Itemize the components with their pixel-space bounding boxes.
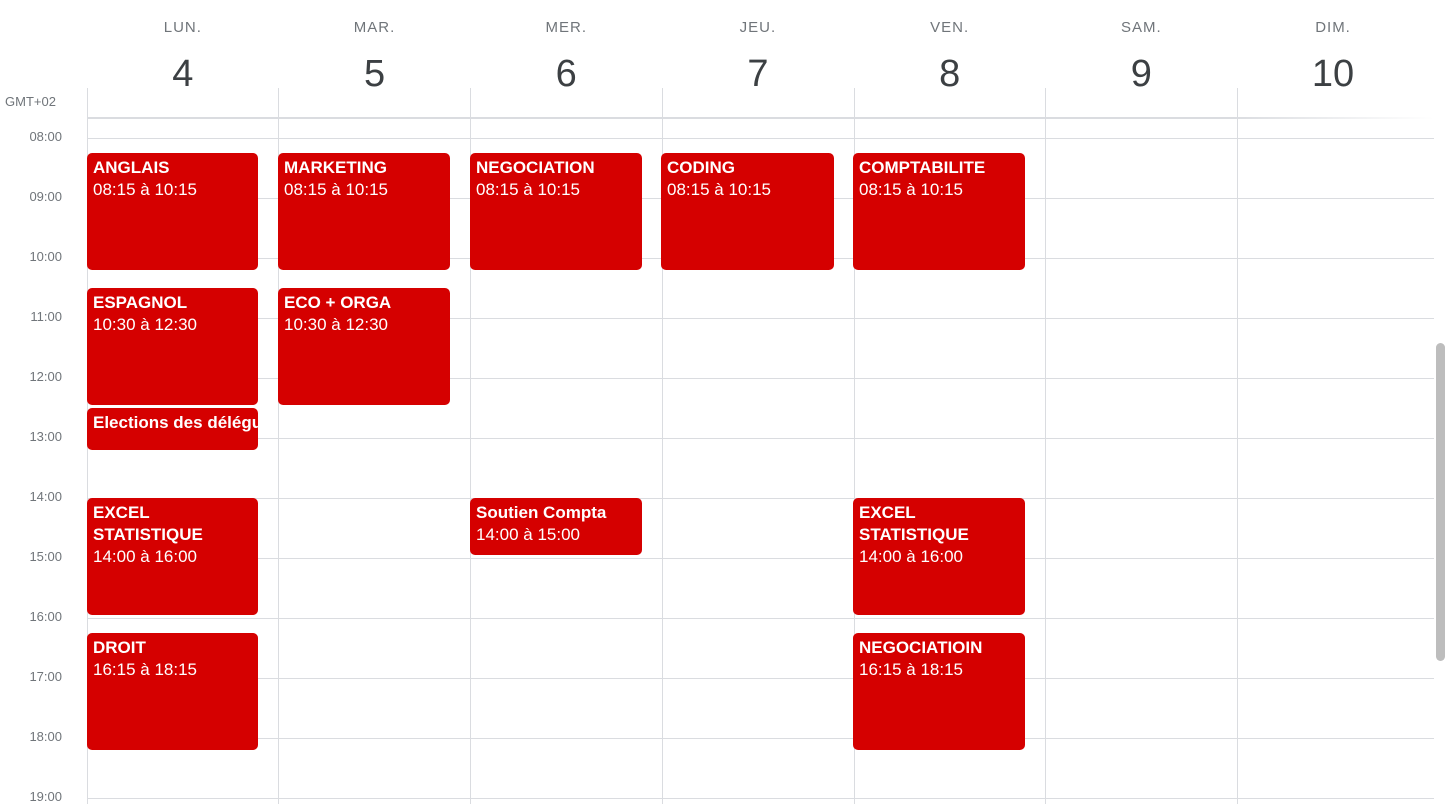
event-time: 08:15 à 10:15 [859,180,963,199]
day-header-tue[interactable]: MAR. 5 [279,0,471,118]
day-name: DIM. [1315,19,1351,36]
event-title: ANGLAIS [93,158,170,177]
vertical-scrollbar[interactable] [1434,0,1447,804]
day-header-sat[interactable]: SAM. 9 [1046,0,1238,118]
event-coding[interactable]: CODING 08:15 à 10:15 [661,153,834,270]
day-column-divider [1237,118,1238,804]
day-number[interactable]: 5 [279,53,471,95]
hour-label: 08:00 [29,129,62,144]
header-divider [854,88,855,118]
event-marketing[interactable]: MARKETING 08:15 à 10:15 [278,153,450,270]
event-title: EXCEL STATISTIQUE [93,503,203,544]
scrollbar-thumb[interactable] [1436,343,1445,661]
day-number[interactable]: 9 [1046,53,1238,95]
event-eco-orga[interactable]: ECO + ORGA 10:30 à 12:30 [278,288,450,405]
event-espagnol[interactable]: ESPAGNOL 10:30 à 12:30 [87,288,258,405]
event-title: COMPTABILITE [859,158,986,177]
event-time: 08:15 à 10:15 [93,180,197,199]
event-excel-statistique[interactable]: EXCEL STATISTIQUE 14:00 à 16:00 [87,498,258,615]
event-title: DROIT [93,638,146,657]
hour-line [87,558,1434,559]
day-number[interactable]: 8 [854,53,1046,95]
event-title: Soutien Compta [476,503,607,522]
hour-label: 15:00 [29,549,62,564]
hour-label: 14:00 [29,489,62,504]
event-time: 08:15 à 10:15 [476,180,580,199]
hour-line [87,618,1434,619]
time-grid[interactable]: 08:00 09:00 10:00 11:00 12:00 13:00 14:0… [0,118,1434,804]
event-title: EXCEL STATISTIQUE [859,503,969,544]
header-divider [278,88,279,118]
event-time: 10:30 à 12:30 [284,315,388,334]
day-name: VEN. [930,19,970,36]
event-time: 14:00 à 16:00 [93,547,197,566]
hour-line [87,798,1434,799]
event-time: 08:15 à 10:15 [667,180,771,199]
event-time: 10:30 à 12:30 [93,315,197,334]
hour-label: 10:00 [29,249,62,264]
event-negociation[interactable]: NEGOCIATION 08:15 à 10:15 [470,153,642,270]
hour-label: 11:00 [30,309,62,324]
event-title: Elections des délégués [93,413,258,432]
header-divider [87,88,88,118]
hour-label: 09:00 [29,189,62,204]
day-number[interactable]: 7 [662,53,854,95]
header-divider [1045,88,1046,118]
day-column-divider [1045,118,1046,804]
header-divider [470,88,471,118]
event-time: 16:15 à 18:15 [859,660,963,679]
event-elections[interactable]: Elections des délégués [87,408,258,450]
event-time: 16:15 à 18:15 [93,660,197,679]
header-divider [1237,88,1238,118]
event-time: 14:00 à 16:00 [859,547,963,566]
event-time: 14:00 à 15:00 [476,525,580,544]
day-number[interactable]: 4 [87,53,279,95]
day-name: LUN. [163,19,202,36]
hour-label: 16:00 [29,609,62,624]
event-anglais[interactable]: ANGLAIS 08:15 à 10:15 [87,153,258,270]
day-header-wed[interactable]: MER. 6 [470,0,662,118]
hour-label: 19:00 [29,789,62,804]
event-title: NEGOCIATIOIN [859,638,983,657]
hour-label: 12:00 [29,369,62,384]
calendar-header: LUN. 4 MAR. 5 MER. 6 JEU. 7 VEN. 8 SAM. … [0,0,1434,118]
header-divider [662,88,663,118]
event-title: ESPAGNOL [93,293,188,312]
event-comptabilite[interactable]: COMPTABILITE 08:15 à 10:15 [853,153,1025,270]
hour-line [87,498,1434,499]
hour-label: 17:00 [29,669,62,684]
day-header-thu[interactable]: JEU. 7 [662,0,854,118]
hour-line [87,738,1434,739]
day-number[interactable]: 10 [1237,53,1429,95]
event-title: MARKETING [284,158,387,177]
event-droit[interactable]: DROIT 16:15 à 18:15 [87,633,258,750]
event-excel-statistique[interactable]: EXCEL STATISTIQUE 14:00 à 16:00 [853,498,1025,615]
day-name: MER. [545,19,587,36]
day-name: JEU. [739,19,777,36]
day-header-sun[interactable]: DIM. 10 [1237,0,1429,118]
event-time: 08:15 à 10:15 [284,180,388,199]
hour-line [87,678,1434,679]
day-header-fri[interactable]: VEN. 8 [854,0,1046,118]
hour-label: 18:00 [29,729,62,744]
hour-label: 13:00 [29,429,62,444]
day-header-mon[interactable]: LUN. 4 [87,0,279,118]
event-title: ECO + ORGA [284,293,392,312]
event-negociatioin[interactable]: NEGOCIATIOIN 16:15 à 18:15 [853,633,1025,750]
day-number[interactable]: 6 [470,53,662,95]
day-name: MAR. [353,19,396,36]
hour-line [87,138,1434,139]
event-title: NEGOCIATION [476,158,595,177]
timezone-label: GMT+02 [5,94,56,109]
day-name: SAM. [1121,19,1162,36]
event-soutien-compta[interactable]: Soutien Compta 14:00 à 15:00 [470,498,642,555]
header-separator [87,117,1434,119]
event-title: CODING [667,158,735,177]
hour-line [87,438,1434,439]
